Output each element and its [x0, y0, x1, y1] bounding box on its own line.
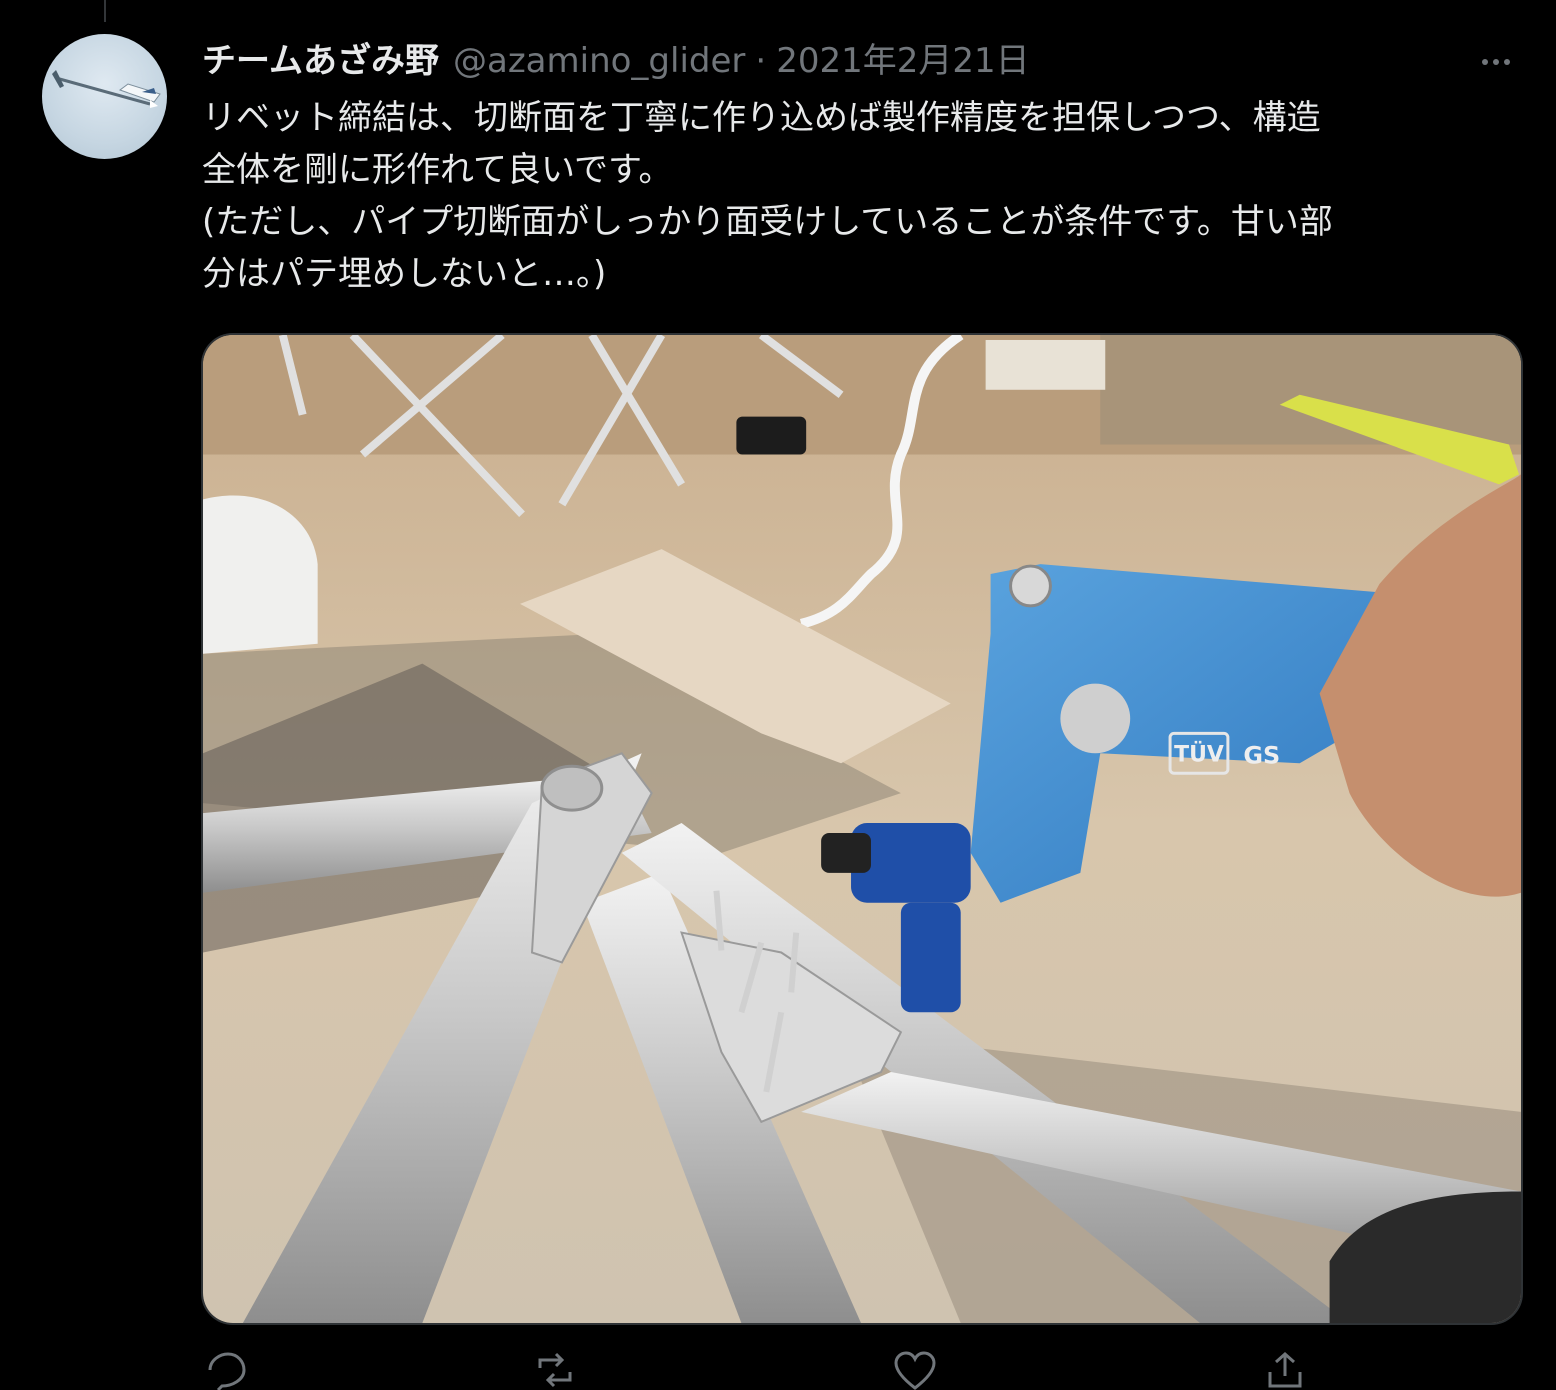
more-horizontal-icon [1482, 59, 1488, 65]
tweet-text: リベット締結は、切断面を丁寧に作り込めば製作精度を担保しつつ、構造 全体を剛に形… [202, 92, 1522, 300]
like-icon [894, 1351, 936, 1390]
more-options-button[interactable] [1474, 42, 1518, 82]
tweet-text-line: リベット締結は、切断面を丁寧に作り込めば製作精度を担保しつつ、構造 [202, 98, 1321, 138]
like-button[interactable] [892, 1350, 938, 1390]
thread-connector-line [104, 0, 106, 22]
glider-avatar-image [52, 70, 161, 108]
tweet-text-line: 分はパテ埋めしないと…。) [202, 254, 607, 294]
avatar[interactable] [42, 34, 167, 159]
tuv-label: TÜV [1174, 741, 1224, 767]
author-name[interactable]: チームあざみ野 [202, 38, 439, 84]
reply-button[interactable] [202, 1350, 248, 1390]
tweet-header: チームあざみ野 @azamino_glider · 2021年2月21日 [202, 38, 1476, 84]
header-separator: · [755, 41, 767, 81]
photo-rivet-gun-aluminum-frame: TÜV GS [203, 335, 1521, 1323]
share-button[interactable] [1262, 1350, 1308, 1390]
tweet-photo[interactable]: TÜV GS [201, 333, 1523, 1325]
reply-icon [208, 1352, 246, 1390]
tweet-text-line: (ただし、パイプ切断面がしっかり面受けしていることが条件です。甘い部 [202, 202, 1333, 242]
tweet-action-bar [202, 1350, 1522, 1390]
retweet-icon [538, 1352, 572, 1388]
tweet-date[interactable]: 2021年2月21日 [776, 38, 1029, 84]
tweet-text-line: 全体を剛に形作れて良いです。 [202, 150, 673, 190]
gs-label: GS [1243, 741, 1280, 769]
author-handle[interactable]: @azamino_glider [453, 38, 745, 84]
share-icon [1268, 1351, 1302, 1388]
retweet-button[interactable] [532, 1350, 578, 1390]
